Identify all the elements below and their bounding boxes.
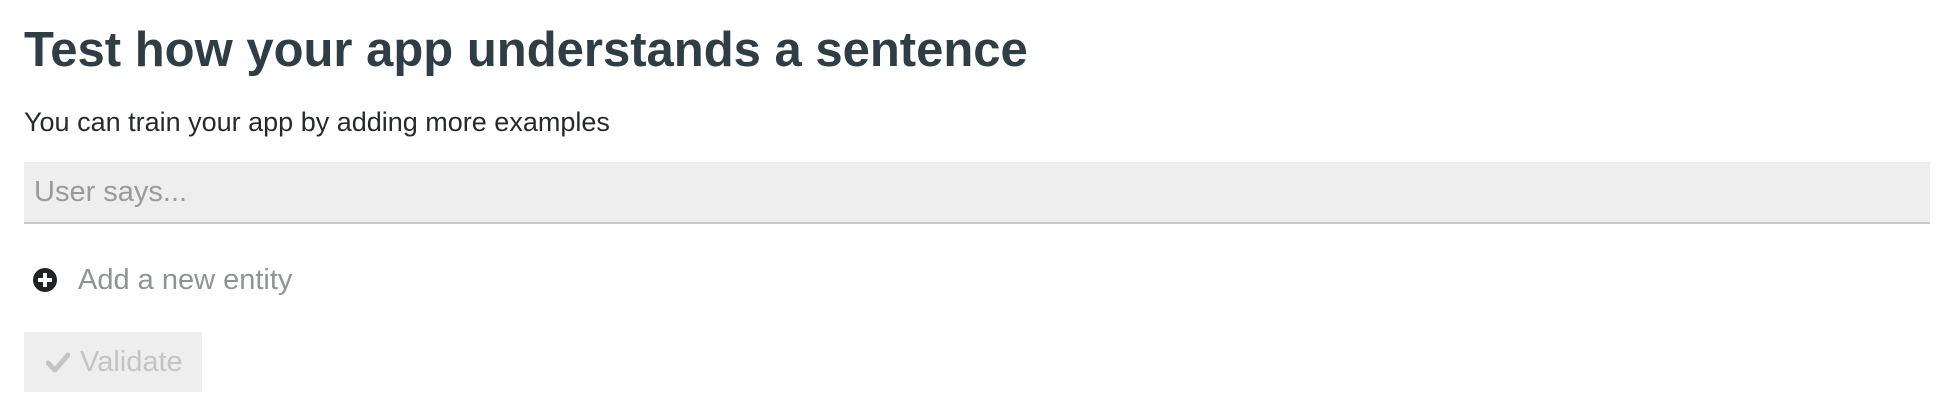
- check-icon: [45, 351, 71, 373]
- test-sentence-panel: Test how your app understands a sentence…: [24, 18, 1930, 392]
- add-entity-button[interactable]: Add a new entity: [24, 262, 292, 298]
- sentence-input[interactable]: [24, 162, 1930, 222]
- add-entity-label: Add a new entity: [78, 264, 293, 296]
- plus-circle-icon: [32, 267, 58, 293]
- page-title: Test how your app understands a sentence: [24, 23, 1028, 77]
- page-subtitle: You can train your app by adding more ex…: [24, 107, 610, 137]
- validate-button[interactable]: Validate: [24, 332, 202, 392]
- validate-label: Validate: [80, 345, 183, 378]
- sentence-input-container: [24, 162, 1930, 224]
